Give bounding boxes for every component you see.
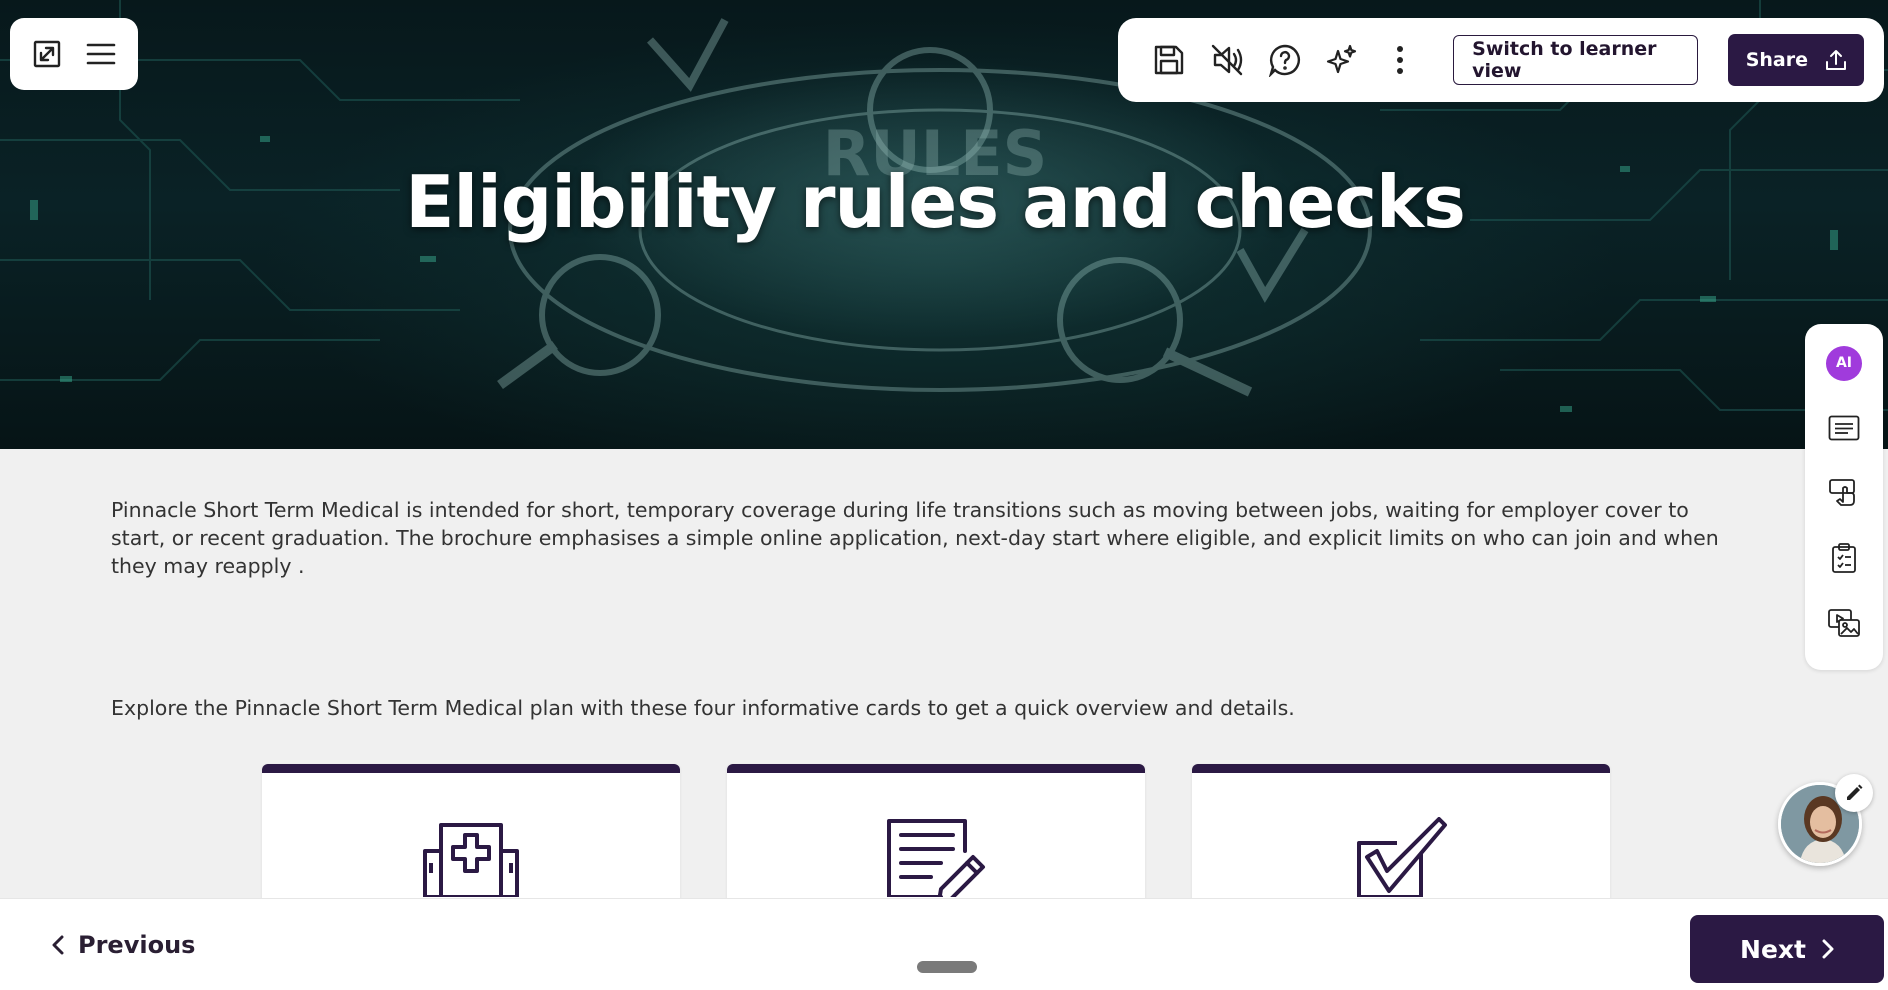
hospital-icon: [423, 823, 519, 897]
previous-button-label: Previous: [78, 931, 196, 959]
ai-assistant-button[interactable]: AI: [1826, 346, 1862, 381]
pencil-icon: [1847, 784, 1863, 800]
explore-paragraph: Explore the Pinnacle Short Term Medical …: [111, 696, 1295, 720]
drag-handle[interactable]: [917, 961, 977, 973]
next-button-label: Next: [1740, 934, 1806, 964]
top-toolbar: Switch to learner view Share: [1118, 18, 1884, 102]
top-left-panel: [10, 18, 138, 90]
share-button[interactable]: Share: [1727, 34, 1865, 86]
bottom-navigation-bar: Previous Next: [0, 898, 1888, 990]
page-title: Eligibility rules and checks: [405, 160, 1466, 244]
media-block-icon[interactable]: [1824, 605, 1864, 640]
mute-icon[interactable]: [1208, 38, 1246, 82]
info-card-2[interactable]: [727, 764, 1145, 914]
checkbox-icon: [1357, 817, 1447, 897]
help-icon[interactable]: [1266, 38, 1304, 82]
quiz-block-icon[interactable]: [1824, 540, 1864, 575]
info-card-3[interactable]: [1192, 764, 1610, 914]
sparkle-icon[interactable]: [1323, 38, 1361, 82]
expand-icon[interactable]: [32, 39, 62, 69]
switch-to-learner-view-button[interactable]: Switch to learner view: [1453, 35, 1698, 85]
right-tool-rail: AI: [1805, 324, 1883, 670]
chevron-right-icon: [1822, 939, 1834, 959]
upload-icon: [1826, 50, 1847, 70]
info-card-1[interactable]: [262, 764, 680, 914]
document-edit-icon: [887, 819, 985, 897]
menu-icon[interactable]: [86, 41, 116, 67]
next-button[interactable]: Next: [1690, 915, 1884, 983]
text-block-icon[interactable]: [1824, 411, 1864, 446]
previous-button[interactable]: Previous: [52, 917, 195, 973]
interactive-block-icon[interactable]: [1824, 476, 1864, 511]
save-icon[interactable]: [1150, 38, 1188, 82]
edit-avatar-button[interactable]: [1835, 774, 1873, 812]
share-button-label: Share: [1745, 49, 1809, 71]
more-icon[interactable]: [1381, 38, 1419, 82]
intro-paragraph: Pinnacle Short Term Medical is intended …: [111, 498, 1719, 578]
chevron-left-icon: [52, 935, 64, 955]
